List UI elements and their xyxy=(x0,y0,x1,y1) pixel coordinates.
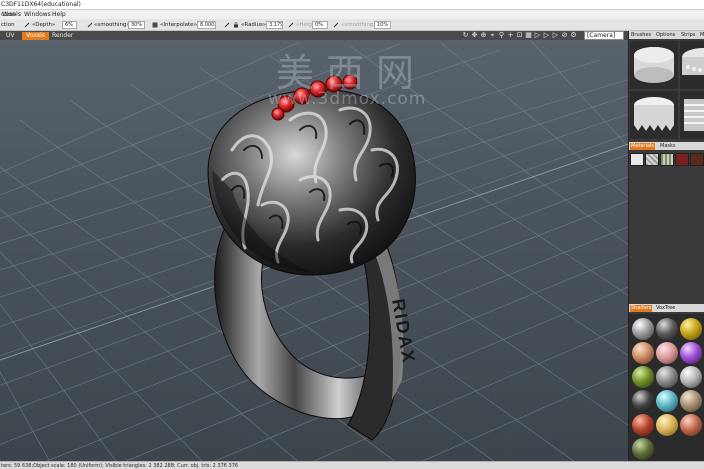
tab-brushes[interactable]: Brushes xyxy=(630,32,652,39)
shader-ball[interactable] xyxy=(680,414,702,436)
view-z-icon[interactable]: ▷ xyxy=(552,32,559,39)
zoom-icon[interactable]: ⚲ xyxy=(498,32,505,39)
stop-icon[interactable]: ⊘ xyxy=(561,32,568,39)
swatch-white[interactable] xyxy=(630,153,644,166)
tab-uv[interactable]: UV xyxy=(2,32,19,40)
lock-icon[interactable] xyxy=(233,22,239,28)
brush-icon[interactable] xyxy=(333,22,339,28)
swatch-camo[interactable] xyxy=(660,153,674,166)
menu-item-voxels[interactable]: Voxels xyxy=(2,11,21,18)
smoothing2-label: «smoothing» xyxy=(341,22,377,28)
ring-head xyxy=(207,89,416,276)
tab-options[interactable]: Options xyxy=(655,32,676,39)
status-text: ters: 59 638;Object scale: 180 (Uniform)… xyxy=(1,463,239,469)
shader-ball[interactable] xyxy=(656,414,678,436)
material-swatches xyxy=(630,152,704,167)
swatch-pattern[interactable] xyxy=(645,153,659,166)
brushes-tabs: Brushes Options Strips M xyxy=(629,31,704,39)
swatch-brown[interactable] xyxy=(690,153,704,166)
brush-preview-spikes[interactable] xyxy=(630,91,678,139)
status-bar: ters: 59 638;Object scale: 180 (Uniform)… xyxy=(0,461,704,469)
pan-icon[interactable]: ✥ xyxy=(471,32,478,39)
shaders-tabs: Shaders VoxTree xyxy=(629,304,704,312)
scene: RIDAX xyxy=(0,40,628,461)
shader-ball[interactable] xyxy=(632,342,654,364)
view-y-icon[interactable]: ▷ xyxy=(543,32,550,39)
move-icon[interactable]: + xyxy=(507,32,514,39)
pen-icon[interactable] xyxy=(24,22,30,28)
tab-strips[interactable]: Strips xyxy=(680,32,696,39)
brush-preview-cylinder[interactable] xyxy=(630,41,678,89)
shader-ball[interactable] xyxy=(632,366,654,388)
toolbar-action-label: ction xyxy=(1,22,15,28)
tab-materials[interactable]: Materials xyxy=(630,143,655,150)
radius-label: «Radius» xyxy=(241,22,267,28)
falloff-icon[interactable] xyxy=(288,22,294,28)
pivot-icon[interactable]: ⊕ xyxy=(480,32,487,39)
tab-masks[interactable]: Masks xyxy=(659,143,676,150)
materials-empty-area xyxy=(629,168,704,304)
brush-preview-ridges[interactable] xyxy=(680,91,704,139)
settings-icon[interactable]: ⚙ xyxy=(570,32,577,39)
tab-more[interactable]: M xyxy=(699,32,704,39)
shader-ball[interactable] xyxy=(656,342,678,364)
menu-item-help[interactable]: Help xyxy=(52,11,66,18)
shader-ball[interactable] xyxy=(680,342,702,364)
shader-ball[interactable] xyxy=(656,390,678,412)
interpolate-label: «Interpolate» xyxy=(160,22,197,28)
shader-ball[interactable] xyxy=(632,390,654,412)
tab-render[interactable]: Render xyxy=(48,32,77,40)
viewport-3d[interactable]: RIDAX 美西网 www.3dmox.com xyxy=(0,40,628,461)
interpolate-icon[interactable] xyxy=(152,22,158,28)
materials-tabs: Materials Masks xyxy=(629,142,704,150)
shader-ball[interactable] xyxy=(656,318,678,340)
shader-ball[interactable] xyxy=(680,318,702,340)
view-x-icon[interactable]: ▷ xyxy=(534,32,541,39)
shader-ball[interactable] xyxy=(632,438,654,460)
shader-ball[interactable] xyxy=(632,318,654,340)
depth-input[interactable]: 6% xyxy=(62,21,77,29)
depth-label: «Depth» xyxy=(32,22,56,28)
brush-toolbar: ction «Depth» 6% «smoothing» 30% «Interp… xyxy=(0,19,704,31)
tab-voxels[interactable]: Voxels xyxy=(22,32,49,40)
smoothing-label: «smoothing» xyxy=(94,22,130,28)
smoothing2-input[interactable]: 10% xyxy=(374,21,391,29)
shader-ball[interactable] xyxy=(656,366,678,388)
tab-shaders[interactable]: Shaders xyxy=(630,305,653,312)
interpolate-input[interactable]: 8.000 xyxy=(197,21,216,29)
smoothing-input[interactable]: 30% xyxy=(128,21,145,29)
right-panel: Brushes Options Strips M Materials Masks… xyxy=(628,31,704,461)
window-title: C3DF11DX64(educational) xyxy=(1,1,81,8)
tab-voxtree[interactable]: VoxTree xyxy=(655,305,676,312)
shader-ball[interactable] xyxy=(680,390,702,412)
title-bar: C3DF11DX64(educational) xyxy=(0,0,704,10)
height-input[interactable]: 0% xyxy=(312,21,328,29)
brush-icon[interactable] xyxy=(224,22,230,28)
shader-gallery xyxy=(629,314,704,461)
shader-ball[interactable] xyxy=(632,414,654,436)
brush-preview-bumps[interactable] xyxy=(680,41,704,89)
grid-icon[interactable]: ▦ xyxy=(525,32,532,39)
rotate-icon[interactable]: ↻ xyxy=(462,32,469,39)
camera-select[interactable]: [Camera] xyxy=(584,31,624,40)
fit-icon[interactable]: ⊡ xyxy=(516,32,523,39)
menu-item-windows[interactable]: Windows xyxy=(24,11,51,18)
radius-input[interactable]: 3.179 xyxy=(266,21,283,29)
swatch-red[interactable] xyxy=(675,153,689,166)
smoothing-icon[interactable] xyxy=(87,22,93,28)
menu-bar: ction Voxels Windows Help xyxy=(0,10,704,19)
shader-ball[interactable] xyxy=(680,366,702,388)
frame-icon[interactable]: ⌖ xyxy=(489,32,496,39)
room-tabs: UV Voxels Render ↻ ✥ ⊕ ⌖ ⚲ + ⊡ ▦ ▷ ▷ ▷ ⊘… xyxy=(0,31,628,40)
